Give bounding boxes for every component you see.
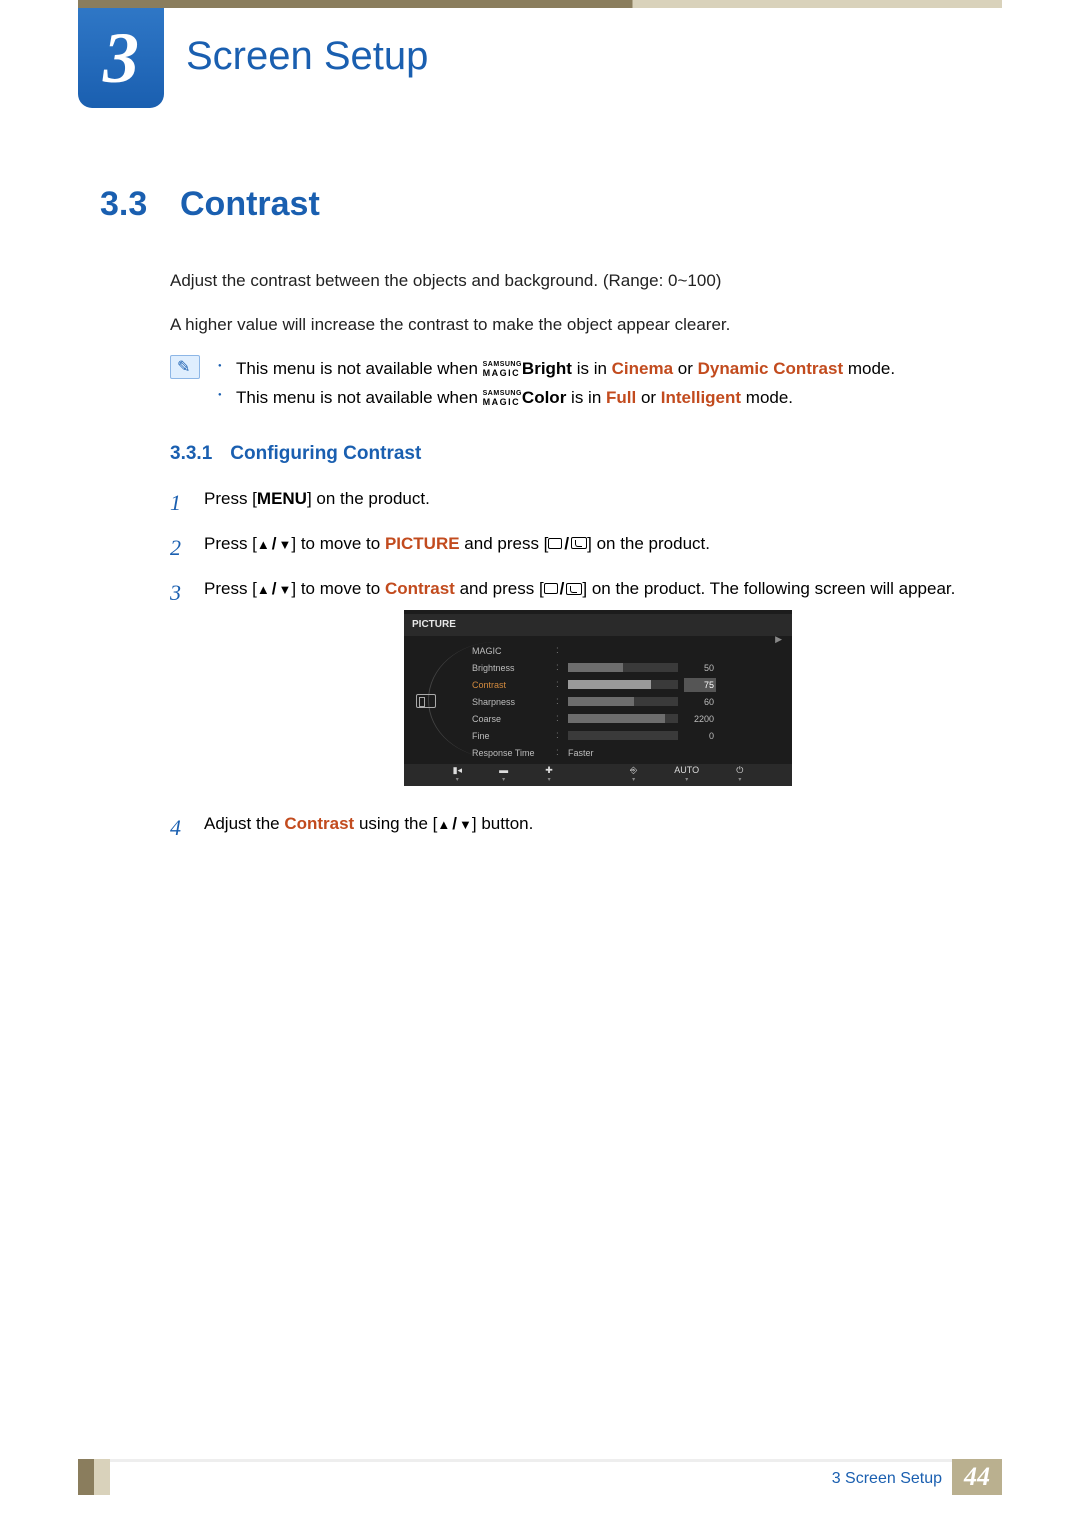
up-arrow-icon: ▲ [257,583,270,596]
step2-num: 2 [170,530,188,565]
osd-row-value: 50 [684,661,716,675]
subsection-heading: 3.3.1 Configuring Contrast [170,443,1000,465]
source-icon [544,583,558,594]
note-item-2: This menu is not available when SAMSUNGM… [218,384,1000,413]
osd-slider [568,697,678,706]
samsung-magic-logo: SAMSUNGMAGIC [483,391,522,405]
osd-title: PICTURE [404,614,792,636]
page-footer: 3 Screen Setup 44 [78,1459,1002,1495]
note2-mode1: Full [606,388,636,407]
osd-submenu-arrow-icon: ▶ [775,632,782,646]
note-list: This menu is not available when SAMSUNGM… [218,355,1000,413]
osd-row: MAGIC: [472,642,786,659]
chapter-number: 3 [103,17,139,100]
osd-row: Fine:0 [472,727,786,744]
step1-body: Press [MENU] on the product. [204,485,1000,520]
source-icon [548,538,562,549]
page-content: 3.3 Contrast Adjust the contrast between… [100,185,1000,856]
note1-mid: is in [572,359,612,378]
osd-power-icon: ⏻▾ [736,766,743,786]
intro-para-1: Adjust the contrast between the objects … [170,268,1000,294]
osd-picture-icon [416,694,436,708]
note2-or: or [636,388,661,407]
osd-arc-decor [428,642,498,758]
osd-auto-label: AUTO▾ [674,766,699,786]
chapter-title: Screen Setup [186,34,428,79]
down-arrow-icon: ▼ [279,583,292,596]
section-number: 3.3 [100,185,156,224]
note1-pre: This menu is not available when [236,359,483,378]
note-block: This menu is not available when SAMSUNGM… [170,355,1000,413]
osd-row: Coarse:2200 [472,710,786,727]
note1-mode2: Dynamic Contrast [698,359,843,378]
step-1: 1 Press [MENU] on the product. [170,485,1000,520]
footer-accent-b [94,1459,110,1495]
contrast-keyword: Contrast [284,814,354,833]
enter-icon [571,537,587,549]
osd-row: Brightness:50 [472,659,786,676]
step-3: 3 Press [▲/▼] to move to Contrast and pr… [170,575,1000,800]
footer-chapter-label: 3 Screen Setup [832,1459,952,1495]
osd-menu-list: MAGIC:Brightness:50Contrast:75Sharpness:… [448,636,792,766]
note-icon [170,355,200,379]
osd-row-value: 75 [684,678,716,692]
osd-slider [568,680,678,689]
osd-screenshot: PICTURE ▶ MAGIC:Brightness:50Contrast:75… [404,610,792,786]
up-arrow-icon: ▲ [437,818,450,831]
note1-suffix: Bright [522,359,572,378]
note2-suffix: Color [522,388,566,407]
osd-row: Sharpness:60 [472,693,786,710]
contrast-keyword: Contrast [385,579,455,598]
osd-row-value: 60 [684,695,716,709]
down-arrow-icon: ▼ [459,818,472,831]
osd-slider [568,731,678,740]
step-list: 1 Press [MENU] on the product. 2 Press [… [170,485,1000,846]
chapter-number-tab: 3 [78,8,164,108]
footer-rule [110,1459,832,1495]
osd-slider [568,663,678,672]
menu-keyword: MENU [257,489,307,508]
note1-or: or [673,359,698,378]
step4-body: Adjust the Contrast using the [▲/▼] butt… [204,810,1000,845]
step3-num: 3 [170,575,188,800]
osd-slider [568,714,678,723]
samsung-magic-logo: SAMSUNGMAGIC [483,362,522,376]
osd-row-value: 2200 [684,712,716,726]
step3-body: Press [▲/▼] to move to Contrast and pres… [204,575,1000,800]
osd-enter-icon: ⎆▾ [630,766,637,786]
note2-post: mode. [741,388,793,407]
osd-footer-bar: ▮◂▾ ▬▾ ✚▾ ⎆▾ AUTO▾ ⏻▾ [404,764,792,786]
section-title: Contrast [180,185,320,224]
footer-accent-a [78,1459,94,1495]
note2-mid: is in [566,388,606,407]
enter-icon [566,583,582,595]
note1-mode1: Cinema [612,359,673,378]
subsection-title: Configuring Contrast [230,443,421,465]
osd-row-value: 0 [684,729,716,743]
step-4: 4 Adjust the Contrast using the [▲/▼] bu… [170,810,1000,845]
osd-row: Response Time:Faster [472,744,786,761]
top-divider [78,0,1002,8]
intro-para-2: A higher value will increase the contras… [170,312,1000,338]
note2-mode2: Intelligent [661,388,741,407]
note1-post: mode. [843,359,895,378]
osd-back-icon: ▮◂▾ [453,766,462,786]
section-heading: 3.3 Contrast [100,185,1000,224]
step2-body: Press [▲/▼] to move to PICTURE and press… [204,530,1000,565]
note2-pre: This menu is not available when [236,388,483,407]
picture-keyword: PICTURE [385,534,460,553]
up-arrow-icon: ▲ [257,538,270,551]
down-arrow-icon: ▼ [279,538,292,551]
footer-page-number: 44 [952,1459,1002,1495]
osd-row-value: Faster [568,746,596,760]
note-item-1: This menu is not available when SAMSUNGM… [218,355,1000,384]
step-2: 2 Press [▲/▼] to move to PICTURE and pre… [170,530,1000,565]
osd-minus-icon: ▬▾ [499,766,508,786]
step4-num: 4 [170,810,188,845]
osd-row: Contrast:75 [472,676,786,693]
step1-num: 1 [170,485,188,520]
subsection-number: 3.3.1 [170,443,212,465]
osd-plus-icon: ✚▾ [545,766,553,786]
osd-side-panel [404,636,448,766]
